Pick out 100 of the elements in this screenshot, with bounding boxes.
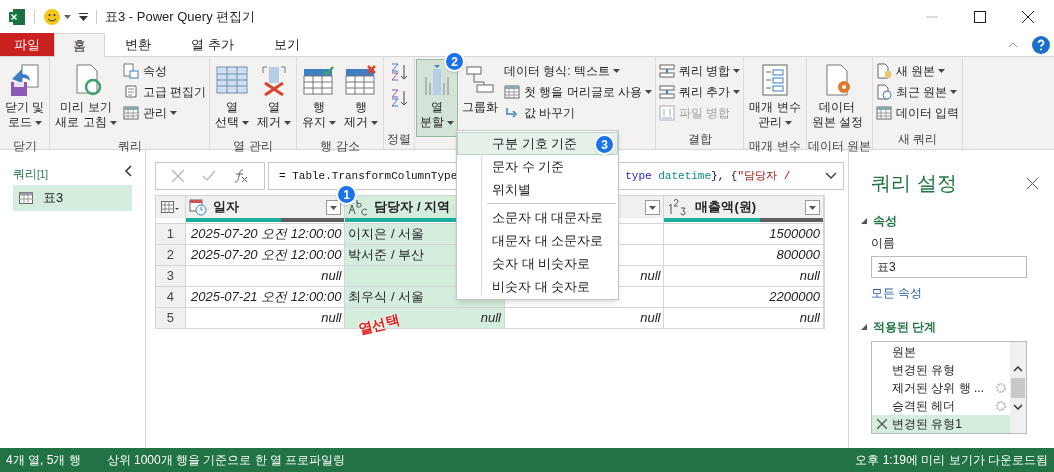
table-menu-icon[interactable]	[161, 201, 180, 213]
caret-icon[interactable]	[64, 15, 71, 19]
filter-dropdown-icon[interactable]	[645, 199, 661, 215]
help-icon[interactable]	[1032, 36, 1050, 54]
text-type-icon[interactable]	[348, 198, 369, 216]
row-number: 4	[156, 287, 186, 307]
pane-title: 쿼리	[13, 166, 37, 183]
window-title: 표3 - Power Query 편집기	[105, 8, 256, 27]
table-cell: null	[664, 266, 824, 286]
step-label: 승격된 헤더	[892, 398, 956, 415]
table-cell: 2200000	[664, 287, 824, 307]
maximize-icon[interactable]	[974, 11, 986, 23]
ribbon-button[interactable]: 데이터 입력	[875, 102, 961, 123]
customize-toolbar-icon[interactable]	[79, 13, 88, 21]
ribbon-button[interactable]: 값 바꾸기	[503, 102, 654, 123]
table-icon	[215, 63, 250, 97]
group-label: 매개 변수	[749, 138, 801, 153]
ribbon-button[interactable]: 데이터 원본 설정	[807, 59, 868, 137]
close-icon[interactable]	[1022, 11, 1034, 23]
caret-icon	[284, 120, 292, 125]
name-field[interactable]: 표3	[871, 256, 1027, 278]
applied-step[interactable]: 승격된 헤더	[872, 397, 1010, 415]
table-icon	[504, 83, 521, 100]
ribbon-button[interactable]: 행 유지	[298, 59, 341, 137]
ribbon-button[interactable]: 속성	[121, 60, 208, 81]
applied-step[interactable]: 제거된 상위 행 ...	[872, 379, 1010, 397]
group-label: 결합	[687, 131, 712, 146]
table-cell: 800000	[664, 245, 824, 265]
caret-icon	[785, 120, 793, 125]
collapse-ribbon-icon[interactable]	[1008, 42, 1018, 48]
ribbon-button[interactable]: 쿼리 병합	[658, 60, 742, 81]
ribbon-button[interactable]: 첫 행을 머리글로 사용	[503, 81, 654, 102]
step-label: 제거된 상위 행 ...	[892, 380, 984, 397]
filter-dropdown-icon[interactable]	[326, 199, 342, 215]
expand-icon[interactable]	[825, 172, 837, 180]
status-text: 4개 열, 5개 행	[6, 452, 81, 469]
ribbon-button[interactable]: 데이터 형식: 텍스트	[503, 60, 654, 81]
scroll-thumb[interactable]	[1011, 377, 1025, 398]
table-cell: null	[504, 308, 665, 328]
group-label: 행 감소	[320, 138, 360, 153]
ribbon-button[interactable]: 닫기 및 로드	[1, 59, 49, 137]
ribbon-button[interactable]: 열 제거	[253, 59, 296, 137]
applied-step[interactable]: 변경된 유형1	[872, 415, 1010, 433]
group-label: 정렬	[387, 131, 412, 146]
ribbon-tab[interactable]: 홈	[54, 33, 105, 57]
row-number: 1	[156, 224, 186, 244]
ribbon-button[interactable]: 미리 보기 새로 고침	[51, 59, 121, 137]
ribbon-button[interactable]: 새 원본	[875, 60, 961, 81]
ribbon-button[interactable]: 열 선택	[211, 59, 254, 137]
caret-icon	[329, 120, 337, 125]
caret-icon	[733, 68, 741, 73]
all-properties-link[interactable]: 모든 속성	[871, 284, 1038, 302]
applied-step[interactable]: 변경된 유형	[872, 361, 1010, 379]
caret-icon	[950, 89, 958, 94]
ribbon-button[interactable]: 고급 편집기	[121, 81, 208, 102]
delete-step-icon[interactable]	[877, 419, 887, 429]
caret-icon	[169, 110, 177, 115]
combine-files-icon	[659, 104, 676, 121]
row-number: 5	[156, 308, 186, 328]
ribbon-button[interactable]: 최근 원본	[875, 81, 961, 102]
pane-title: 쿼리 설정	[871, 171, 957, 196]
ribbon-button[interactable]: 행 제거	[340, 59, 383, 137]
step-label: 원본	[892, 344, 916, 361]
check-icon[interactable]	[202, 169, 216, 183]
step-label: 변경된 유형	[892, 362, 956, 379]
calendar-clock-icon[interactable]	[188, 198, 207, 216]
scroll-down-icon[interactable]	[1013, 403, 1023, 410]
scrollbar[interactable]	[1010, 342, 1026, 433]
caret-icon	[447, 120, 455, 125]
ribbon-button[interactable]: 매개 변수 관리	[745, 59, 805, 137]
caret-icon	[645, 89, 653, 94]
sort-ascending-icon[interactable]	[389, 62, 410, 82]
ribbon-tab[interactable]: 보기	[253, 33, 320, 56]
query-item[interactable]: 표3	[13, 185, 132, 211]
close-icon[interactable]	[1027, 177, 1038, 189]
applied-step[interactable]: 원본	[872, 343, 1010, 361]
ribbon-tab[interactable]: 파일	[0, 33, 54, 56]
collapse-icon[interactable]	[124, 165, 132, 177]
caret-icon	[613, 68, 621, 73]
filter-dropdown-icon[interactable]	[804, 199, 820, 215]
ribbon-button[interactable]: 관리	[121, 102, 208, 123]
function-icon[interactable]	[233, 168, 250, 184]
section-heading: 적용된 단계	[873, 319, 937, 336]
menu-item[interactable]: 문자 수 기준	[457, 155, 618, 178]
table-icon	[876, 104, 893, 121]
caret-icon	[109, 120, 117, 125]
query-count: [1]	[37, 167, 49, 182]
group-label: 새 쿼리	[898, 131, 938, 146]
table-icon	[19, 192, 33, 204]
status-text: 오후 1:19에 미리 보기가 다운로드됨	[855, 452, 1048, 469]
ribbon-tab[interactable]: 열 추가	[171, 33, 254, 56]
ribbon-button[interactable]: 쿼리 추가	[658, 81, 742, 102]
scroll-up-icon[interactable]	[1013, 365, 1023, 372]
ribbon-tab[interactable]: 변환	[105, 33, 171, 56]
collapse-triangle-icon[interactable]	[861, 218, 867, 224]
smiley-icon[interactable]	[43, 8, 61, 26]
collapse-triangle-icon[interactable]	[861, 324, 867, 330]
group-label: 쿼리	[117, 138, 142, 153]
sort-descending-icon[interactable]	[389, 88, 410, 108]
caret-icon	[34, 120, 42, 125]
